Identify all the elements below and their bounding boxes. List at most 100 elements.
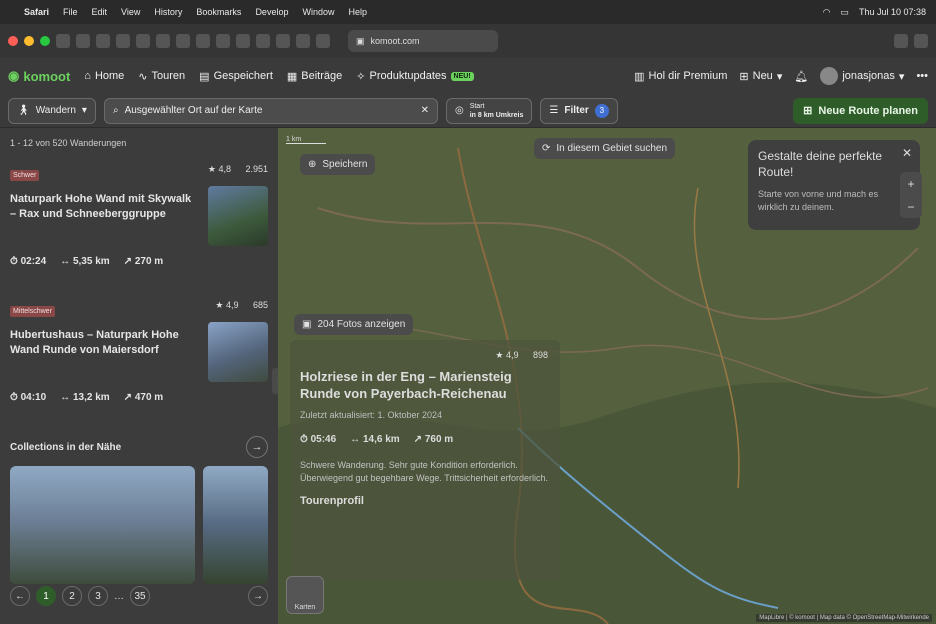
clear-icon[interactable]: ✕ (421, 105, 429, 116)
nav-tours[interactable]: ∿ Touren (138, 70, 185, 83)
more-icon[interactable]: ••• (916, 70, 928, 82)
clock[interactable]: Thu Jul 10 07:38 (859, 7, 926, 17)
tab-favicon[interactable] (176, 34, 190, 48)
tour-card[interactable]: Mittelschwer ★ 4,9 685 Hubertushaus – Na… (10, 300, 268, 420)
zoom-out-button[interactable]: − (907, 200, 914, 214)
menu-develop[interactable]: Develop (255, 7, 288, 17)
map-attribution[interactable]: MapLibre | © komoot | Map data © OpenStr… (756, 614, 932, 622)
youtube-tab-icon[interactable] (276, 34, 290, 48)
menu-bookmarks[interactable]: Bookmarks (196, 7, 241, 17)
difficulty-badge: Schwer (10, 170, 40, 181)
collection-card[interactable] (202, 466, 268, 584)
map-layers-button[interactable]: Karten (286, 576, 324, 614)
nav-tours-label: Touren (151, 70, 186, 82)
user-menu[interactable]: jonasjonas ▾ (820, 67, 904, 85)
download-icon[interactable] (894, 34, 908, 48)
bell-icon[interactable]: 🔔︎ (794, 70, 808, 83)
tour-thumbnail[interactable] (208, 322, 268, 382)
distance-stat: ↔ 5,35 km (60, 256, 110, 267)
premium-link[interactable]: ▥ Hol dir Premium (634, 70, 727, 83)
zoom-window-button[interactable] (40, 36, 50, 46)
bookmark-icon: ⊕ (308, 159, 317, 170)
menu-file[interactable]: File (63, 7, 78, 17)
show-photos-button[interactable]: ▣ 204 Fotos anzeigen (294, 314, 414, 335)
save-map-button[interactable]: ⊕ Speichern (300, 154, 376, 175)
youtube-tab-icon[interactable] (296, 34, 310, 48)
address-text: komoot.com (370, 36, 420, 46)
page-1[interactable]: 1 (36, 586, 56, 606)
review-count: 898 (532, 350, 548, 360)
tour-title[interactable]: Holzriese in der Eng – Mariensteig Runde… (300, 368, 550, 402)
star-icon: ★ (215, 300, 224, 310)
nav-posts[interactable]: ▦ Beiträge (287, 70, 342, 83)
collections-carousel (10, 466, 268, 584)
shield-icon[interactable] (96, 34, 110, 48)
map-scale: 1 km (286, 136, 326, 144)
prev-page-button[interactable]: ← (10, 586, 30, 606)
menu-view[interactable]: View (121, 7, 140, 17)
tour-profile-heading: Tourenprofil (300, 495, 364, 507)
page-3[interactable]: 3 (88, 586, 108, 606)
menu-help[interactable]: Help (348, 7, 367, 17)
macos-menubar: Safari File Edit View History Bookmarks … (0, 0, 936, 24)
tour-preview-card[interactable]: ★ 4,9 898 Holzriese in der Eng – Mariens… (290, 340, 560, 580)
location-search-input[interactable]: ⌕ Ausgewählter Ort auf der Karte ✕ (103, 97, 438, 124)
new-menu-button[interactable]: ⊞ Neu ▾ (739, 70, 782, 83)
tour-list-panel: 1 - 12 von 520 Wanderungen Schwer ★ 4,8 … (0, 128, 278, 624)
minimize-window-button[interactable] (24, 36, 34, 46)
route-icon: ∿ (138, 70, 148, 83)
map-view[interactable]: 1 km ⊕ Speichern ⟳ In diesem Gebiet suchen… (278, 128, 936, 624)
tour-title[interactable]: Naturpark Hohe Wand mit Skywalk – Rax un… (10, 192, 196, 222)
tour-thumbnail[interactable] (208, 186, 268, 246)
tour-title[interactable]: Hubertushaus – Naturpark Hohe Wand Runde… (10, 328, 196, 358)
ascent-value: 270 m (134, 256, 164, 267)
target-icon: ◎ (454, 105, 464, 116)
github-tab-icon[interactable] (316, 34, 330, 48)
bookmark-icon: ▤ (199, 70, 210, 83)
difficulty-badge: Mittelschwer (10, 306, 55, 317)
new-menu-label: Neu (752, 70, 773, 82)
activity-select[interactable]: 🚶︎ Wandern ▾ (8, 97, 96, 124)
search-icon: ⌕ (112, 105, 119, 116)
page-2[interactable]: 2 (62, 586, 82, 606)
filter-bar: 🚶︎ Wandern ▾ ⌕ Ausgewählter Ort auf der … (0, 94, 936, 128)
share-icon[interactable] (156, 34, 170, 48)
sidebar-icon[interactable] (56, 34, 70, 48)
rating-value: 4,9 (505, 350, 519, 360)
collections-title: Collections in der Nähe (10, 441, 122, 453)
page-last[interactable]: 35 (130, 586, 150, 606)
komoot-logo[interactable]: ◉ komoot (8, 68, 70, 84)
menu-window[interactable]: Window (302, 7, 334, 17)
new-tab-icon[interactable] (914, 34, 928, 48)
nav-home[interactable]: ⌂ Home (84, 70, 124, 82)
menu-app-name[interactable]: Safari (24, 7, 49, 17)
next-page-button[interactable]: → (248, 586, 268, 606)
battery-icon[interactable]: ▭ (840, 7, 849, 18)
close-icon[interactable]: ✕ (902, 146, 912, 160)
ascent-stat: ↗ 270 m (123, 256, 164, 267)
chevron-down-icon: ▾ (898, 70, 905, 83)
github-tab-icon[interactable] (256, 34, 270, 48)
filter-button[interactable]: ☰ Filter 3 (540, 97, 618, 124)
tour-card[interactable]: Schwer ★ 4,8 2.951 Naturpark Hohe Wand m… (10, 164, 268, 284)
back-icon[interactable] (76, 34, 90, 48)
start-radius-button[interactable]: ◎ Start in 8 km Umkreis (445, 97, 533, 124)
menu-history[interactable]: History (154, 7, 182, 17)
close-window-button[interactable] (8, 36, 18, 46)
collections-next-button[interactable]: → (246, 436, 268, 458)
plan-route-button[interactable]: ⊞ Neue Route planen (793, 97, 928, 124)
tabs-icon[interactable] (136, 34, 150, 48)
github-tab-icon[interactable] (196, 34, 210, 48)
address-bar[interactable]: ▣ komoot.com (348, 30, 498, 52)
tab-favicon[interactable] (236, 34, 250, 48)
menu-edit[interactable]: Edit (92, 7, 108, 17)
collection-card[interactable] (10, 466, 195, 584)
nav-saved[interactable]: ▤ Gespeichert (199, 70, 273, 83)
tab-favicon[interactable] (216, 34, 230, 48)
wifi-icon[interactable]: ◠ (823, 7, 831, 18)
cloud-icon[interactable] (116, 34, 130, 48)
duration-stat: ⏱ 05:46 (300, 434, 337, 445)
zoom-in-button[interactable]: + (907, 177, 914, 191)
search-area-button[interactable]: ⟳ In diesem Gebiet suchen (534, 138, 676, 159)
nav-updates[interactable]: ✧ Produktupdates NEU! (356, 70, 474, 83)
